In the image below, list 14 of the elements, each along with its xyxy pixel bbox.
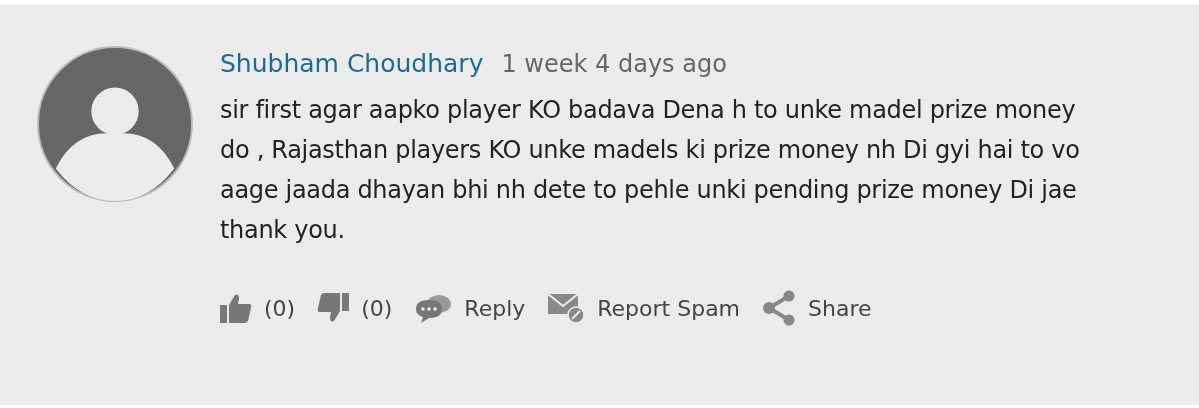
- author-link[interactable]: Shubham Choudhary: [220, 49, 484, 78]
- like-button[interactable]: (0): [220, 293, 296, 323]
- spam-button[interactable]: Report Spam: [547, 292, 741, 324]
- share-icon: [762, 290, 797, 326]
- envelope-block-icon: [547, 292, 586, 324]
- reply-button[interactable]: Reply: [414, 293, 526, 323]
- thumbs-down-icon: [317, 293, 350, 323]
- comment-time: 1 week 4 days ago: [501, 50, 727, 78]
- share-button[interactable]: Share: [762, 290, 872, 326]
- avatar-icon: [36, 45, 194, 203]
- dislike-button[interactable]: (0): [317, 293, 393, 323]
- comment-text: sir first agar aapko player KO badava Dena h to unke madel prize money do , Rajasthan players KO unke madels ki prize money nh Di gyi hai to vo aage jaada dhayan bhi nh dete to pehle unki pending prize money Di jae thank you.: [220, 95, 1080, 246]
- thumbs-up-icon: [220, 293, 252, 323]
- chat-bubbles-icon: [414, 293, 453, 323]
